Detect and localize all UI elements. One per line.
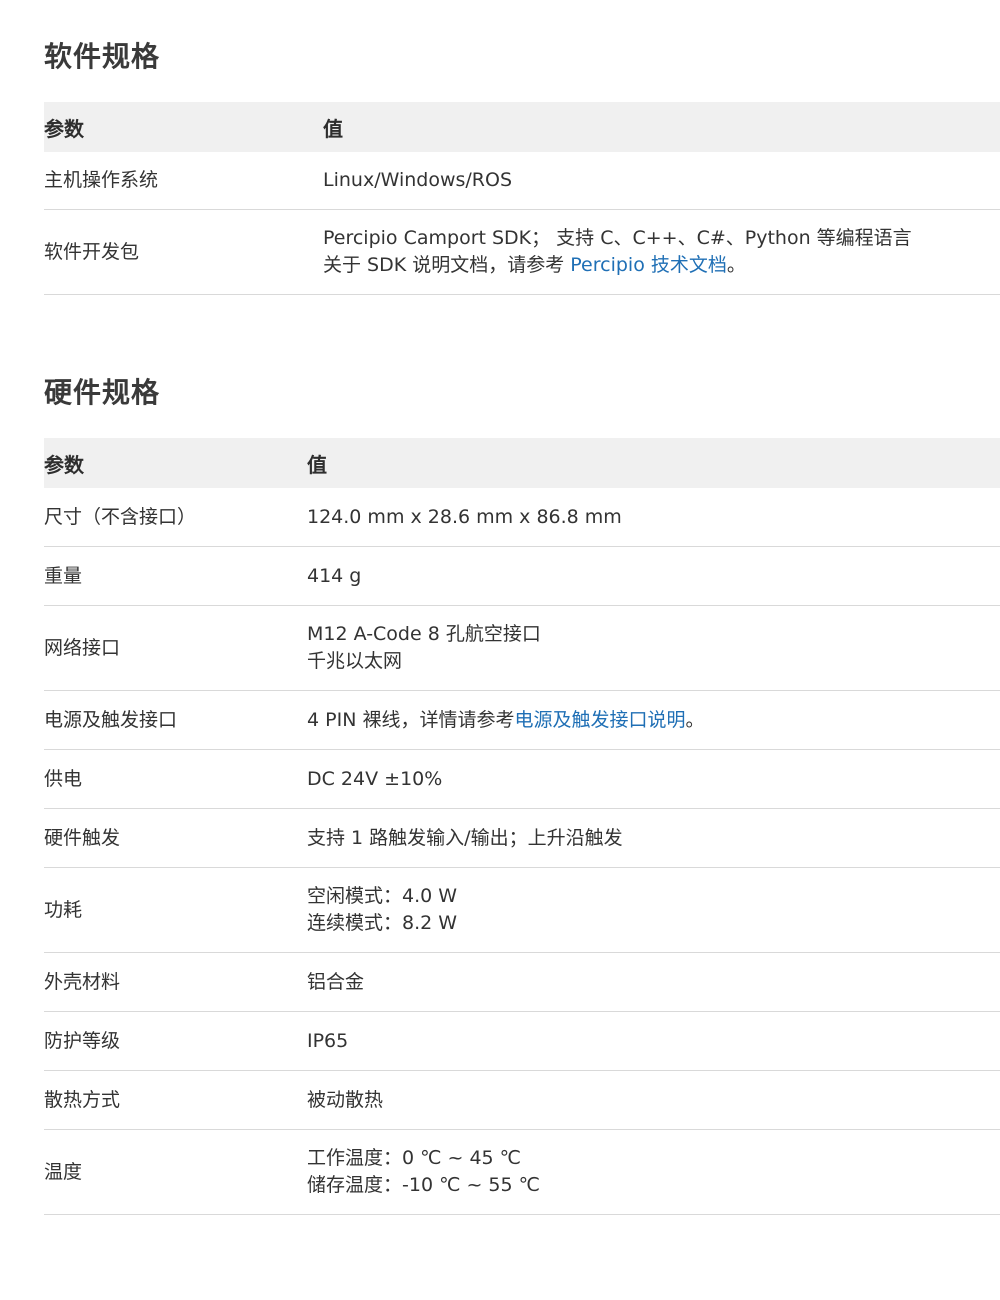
param-cell: 温度 (44, 1129, 307, 1215)
table-row: 软件开发包 Percipio Camport SDK； 支持 C、C++、C#、… (44, 209, 1000, 295)
table-row: 重量 414 g (44, 546, 1000, 606)
param-cell: 硬件触发 (44, 808, 307, 868)
param-cell: 尺寸（不含接口） (44, 488, 307, 547)
param-cell: 软件开发包 (44, 209, 323, 295)
value-cell: DC 24V ±10% (307, 749, 1000, 809)
value-line: DC 24V ±10% (307, 767, 443, 790)
table-row: 网络接口 M12 A-Code 8 孔航空接口 千兆以太网 (44, 605, 1000, 691)
param-cell: 供电 (44, 749, 307, 809)
value-line: 支持 1 路触发输入/输出；上升沿触发 (307, 826, 623, 849)
value-cell: 4 PIN 裸线，详情请参考电源及触发接口说明。 (307, 690, 1000, 750)
param-cell: 主机操作系统 (44, 152, 323, 210)
value-text: 。 (685, 708, 705, 731)
value-cell: 414 g (307, 546, 1000, 606)
value-line: 储存温度：-10 ℃ ~ 55 ℃ (307, 1174, 540, 1196)
value-line: Percipio Camport SDK； 支持 C、C++、C#、Python… (323, 227, 912, 249)
value-line: 414 g (307, 564, 362, 587)
value-cell: IP65 (307, 1011, 1000, 1071)
table-row: 尺寸（不含接口） 124.0 mm x 28.6 mm x 86.8 mm (44, 488, 1000, 547)
value-text: 关于 SDK 说明文档，请参考 (323, 254, 571, 276)
value-cell: Percipio Camport SDK； 支持 C、C++、C#、Python… (323, 209, 1000, 295)
table-row: 供电 DC 24V ±10% (44, 749, 1000, 809)
hardware-spec-table: 参数 值 尺寸（不含接口） 124.0 mm x 28.6 mm x 86.8 m… (44, 438, 1000, 1215)
table-header-row: 参数 值 (44, 102, 1000, 152)
param-cell: 网络接口 (44, 605, 307, 691)
param-cell: 重量 (44, 546, 307, 606)
param-cell: 散热方式 (44, 1070, 307, 1130)
value-line: 连续模式：8.2 W (307, 912, 458, 934)
value-cell: 124.0 mm x 28.6 mm x 86.8 mm (307, 488, 1000, 547)
table-header-row: 参数 值 (44, 438, 1000, 488)
param-column-header: 参数 (44, 116, 84, 141)
value-cell: Linux/Windows/ROS (323, 152, 1000, 210)
table-row: 散热方式 被动散热 (44, 1070, 1000, 1130)
software-spec-title: 软件规格 (44, 40, 161, 73)
table-row: 温度 工作温度：0 ℃ ~ 45 ℃ 储存温度：-10 ℃ ~ 55 ℃ (44, 1129, 1000, 1215)
param-cell: 功耗 (44, 867, 307, 953)
value-line: IP65 (307, 1029, 349, 1052)
value-line: 124.0 mm x 28.6 mm x 86.8 mm (307, 505, 622, 528)
software-spec-table: 参数 值 主机操作系统 Linux/Windows/ROS 软件开发包 Perc… (44, 102, 1000, 295)
value-line: 被动散热 (307, 1088, 384, 1111)
table-row: 防护等级 IP65 (44, 1011, 1000, 1071)
param-cell: 防护等级 (44, 1011, 307, 1071)
value-cell: 被动散热 (307, 1070, 1000, 1130)
param-cell: 外壳材料 (44, 952, 307, 1012)
percipio-docs-link[interactable]: Percipio 技术文档 (570, 254, 727, 276)
value-cell: 空闲模式：4.0 W 连续模式：8.2 W (307, 867, 1000, 953)
value-line: M12 A-Code 8 孔航空接口 (307, 623, 541, 645)
value-cell: 工作温度：0 ℃ ~ 45 ℃ 储存温度：-10 ℃ ~ 55 ℃ (307, 1129, 1000, 1215)
power-trigger-interface-link[interactable]: 电源及触发接口说明 (514, 709, 685, 731)
table-row: 外壳材料 铝合金 (44, 952, 1000, 1012)
table-row: 功耗 空闲模式：4.0 W 连续模式：8.2 W (44, 867, 1000, 953)
table-row: 电源及触发接口 4 PIN 裸线，详情请参考电源及触发接口说明。 (44, 690, 1000, 750)
value-column-header: 值 (307, 452, 327, 477)
param-column-header: 参数 (44, 452, 84, 477)
value-line: Linux/Windows/ROS (323, 169, 513, 191)
value-line: 空闲模式：4.0 W (307, 885, 458, 907)
value-line: 千兆以太网 (307, 650, 403, 672)
value-text: 。 (726, 254, 746, 276)
value-cell: 铝合金 (307, 952, 1000, 1012)
value-column-header: 值 (323, 116, 343, 141)
value-cell: 支持 1 路触发输入/输出；上升沿触发 (307, 808, 1000, 868)
value-line: 关于 SDK 说明文档，请参考 Percipio 技术文档。 (323, 252, 1000, 279)
value-line: 工作温度：0 ℃ ~ 45 ℃ (307, 1147, 522, 1169)
value-cell: M12 A-Code 8 孔航空接口 千兆以太网 (307, 605, 1000, 691)
table-row: 主机操作系统 Linux/Windows/ROS (44, 152, 1000, 210)
hardware-spec-title: 硬件规格 (44, 376, 161, 409)
value-line: 铝合金 (307, 970, 365, 993)
param-cell: 电源及触发接口 (44, 690, 307, 750)
value-text: 4 PIN 裸线，详情请参考 (307, 708, 515, 731)
table-row: 硬件触发 支持 1 路触发输入/输出；上升沿触发 (44, 808, 1000, 868)
value-line: 4 PIN 裸线，详情请参考电源及触发接口说明。 (307, 707, 1000, 734)
